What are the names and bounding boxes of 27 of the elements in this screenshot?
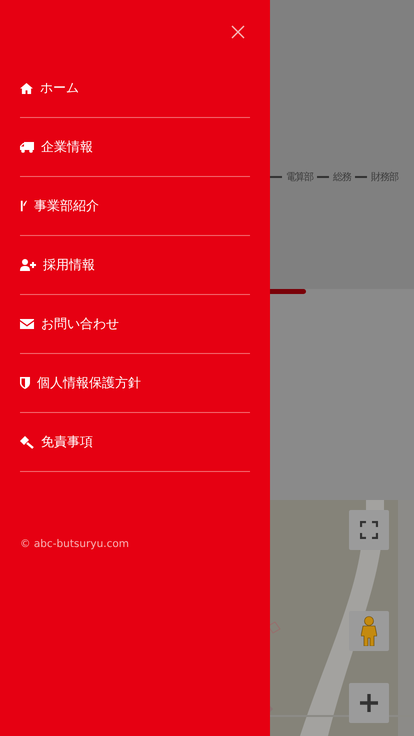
menu-item[interactable]: 個人情報保護方針 — [20, 374, 141, 392]
org-unit-label: 電算部 — [286, 170, 313, 184]
menu-item[interactable]: 事業部紹介 — [20, 197, 99, 215]
connector-line — [355, 176, 367, 178]
fullscreen-button[interactable] — [349, 510, 389, 550]
copyright-text: © abc-butsuryu.com — [20, 538, 130, 550]
menu-item[interactable]: お問い合わせ — [20, 315, 119, 333]
home-icon — [20, 82, 33, 94]
connector-line — [270, 176, 282, 178]
menu-item[interactable]: 採用情報 — [20, 256, 95, 274]
add-user-icon — [20, 259, 36, 271]
accent-bar — [270, 289, 306, 294]
envelope-icon — [20, 319, 34, 329]
person-icon — [361, 616, 377, 646]
menu-item[interactable]: 免責事項 — [20, 433, 93, 451]
zoom-in-button[interactable] — [349, 683, 389, 723]
menu-item[interactable]: 企業情報 — [20, 138, 93, 156]
truck-icon — [20, 142, 34, 152]
gavel-icon — [20, 436, 34, 448]
org-unit-label: 総務 — [333, 170, 351, 184]
shield-icon — [20, 377, 30, 389]
connector-line — [317, 176, 329, 178]
org-unit-label: 財務部 — [371, 170, 398, 184]
plus-icon — [360, 694, 378, 712]
close-icon[interactable] — [231, 25, 245, 39]
fullscreen-icon — [360, 521, 378, 539]
menu-item[interactable]: ホーム — [20, 79, 79, 97]
